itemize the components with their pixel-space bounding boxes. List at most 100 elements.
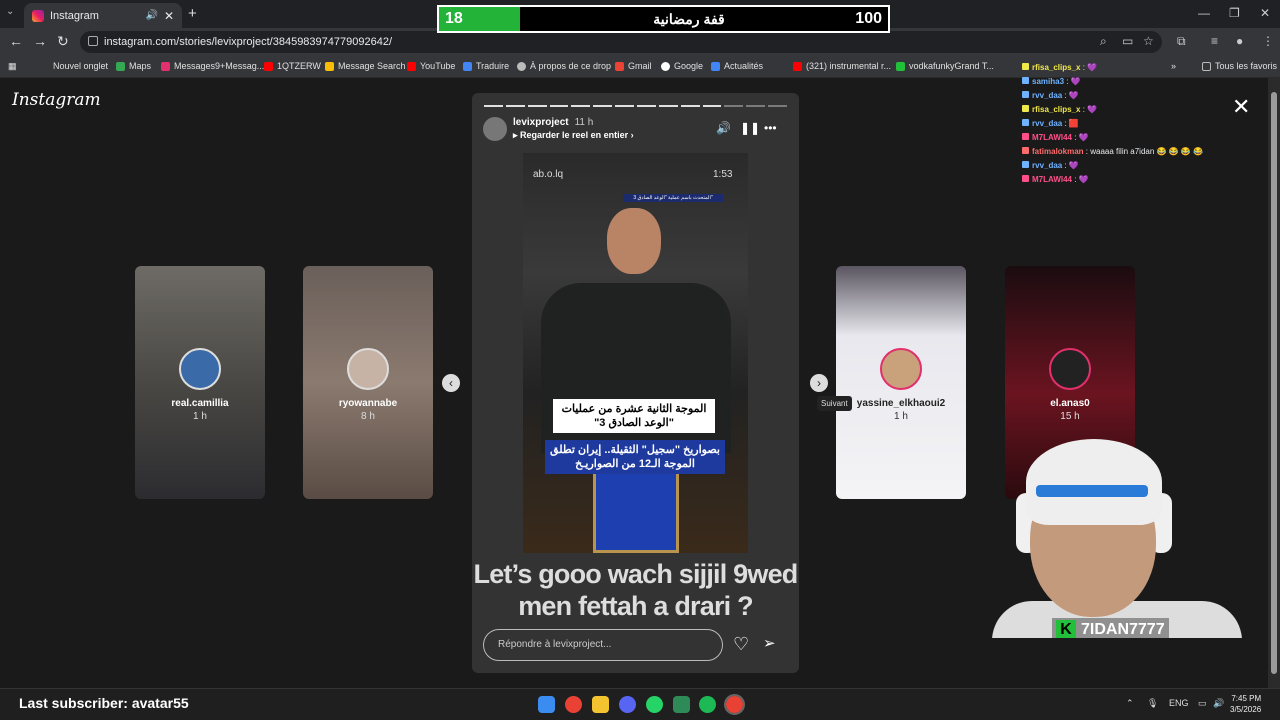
chat-text: 💜	[1070, 77, 1081, 86]
reading-list-icon[interactable]: ≡	[1211, 34, 1218, 48]
last-subscriber: Last subscriber: avatar55	[19, 695, 189, 711]
stream-chat: rfisa_clips_x : 💜 samiha3 : 💜 rvv_daa : 💜 r…	[1022, 61, 1262, 187]
chat-username[interactable]: M7LAWI44	[1032, 133, 1072, 142]
app-icon[interactable]	[673, 696, 690, 713]
side-story-card[interactable]: real.camillia 1 h	[135, 266, 265, 499]
bookmark-item[interactable]: (321) instrumental r...	[793, 61, 891, 71]
bookmark-item[interactable]: Actualités	[711, 61, 763, 71]
bookmark-item[interactable]: Nouvel onglet	[53, 61, 108, 71]
maximize-icon[interactable]: ❐	[1229, 6, 1240, 20]
tray-chevron-icon[interactable]: ⌃	[1126, 698, 1134, 709]
youtube-icon	[407, 61, 416, 71]
tab-search-icon[interactable]: ⌄	[6, 6, 14, 17]
close-tab-icon[interactable]: ✕	[164, 9, 174, 23]
chat-username[interactable]: fatimalokman	[1032, 147, 1084, 156]
site-info-icon[interactable]	[88, 36, 98, 46]
profile-avatar[interactable]: ●	[1236, 34, 1243, 48]
next-story-button[interactable]: ›	[810, 374, 828, 392]
chat-username[interactable]: samiha3	[1032, 77, 1064, 86]
chat-message: rfisa_clips_x : 💜	[1022, 103, 1262, 117]
instagram-favicon-icon	[32, 9, 44, 22]
next-tooltip: Suivant	[817, 396, 852, 411]
system-clock[interactable]: 7:45 PM 3/5/2026	[1230, 693, 1261, 715]
more-options-icon[interactable]: •••	[764, 121, 777, 135]
address-bar[interactable]: instagram.com/stories/levixproject/38459…	[80, 31, 1162, 53]
instagram-logo[interactable]: Instagram	[12, 90, 101, 110]
instagram-icon	[161, 61, 170, 71]
youtube-icon	[264, 61, 273, 71]
bookmark-item[interactable]: vodkafunkyGrand T...	[896, 61, 994, 71]
bookmark-item[interactable]: Maps	[116, 61, 151, 71]
tab-instagram[interactable]: Instagram 🔊 ✕	[24, 3, 182, 28]
reply-input[interactable]: Répondre à levixproject...	[483, 629, 723, 661]
bookmark-item[interactable]: Google	[661, 61, 703, 71]
cast-icon[interactable]: ▭	[1122, 34, 1133, 48]
send-icon[interactable]: ➢	[763, 634, 776, 652]
spotify-icon[interactable]	[699, 696, 716, 713]
zoom-icon[interactable]: ⌕	[1100, 34, 1107, 49]
network-icon[interactable]: ▭	[1198, 698, 1207, 709]
chat-text: 💜	[1078, 175, 1089, 184]
story-avatar[interactable]	[483, 117, 507, 141]
url-text: instagram.com/stories/levixproject/38459…	[104, 36, 393, 48]
whatsapp-icon[interactable]	[646, 696, 663, 713]
file-explorer-icon[interactable]	[592, 696, 609, 713]
reload-icon[interactable]: ↻	[57, 33, 69, 50]
story-username[interactable]: levixproject	[513, 117, 569, 128]
chat-username[interactable]: rfisa_clips_x	[1032, 63, 1080, 72]
chat-username[interactable]: rvv_daa	[1032, 119, 1062, 128]
discord-icon[interactable]	[619, 696, 636, 713]
overlay-line: Let’s gooo wach sijjil 9wed	[473, 559, 799, 589]
bookmark-item[interactable]: Messages9+Messag...	[161, 61, 264, 71]
chat-username[interactable]: rvv_daa	[1032, 161, 1062, 170]
speaker-icon[interactable]: 🔊	[145, 10, 157, 21]
chat-username[interactable]: rvv_daa	[1032, 91, 1062, 100]
chat-username[interactable]: M7LAWI44	[1032, 175, 1072, 184]
page-scrollbar[interactable]	[1268, 78, 1280, 688]
gmail-icon	[615, 61, 624, 71]
kick-name-tag: K 7IDAN7777	[1052, 618, 1169, 638]
minimize-icon[interactable]: —	[1198, 6, 1210, 20]
chrome-icon[interactable]	[565, 696, 582, 713]
scrollbar-thumb[interactable]	[1271, 92, 1277, 674]
speaker-figure	[607, 208, 661, 274]
forward-icon[interactable]: →	[33, 33, 47, 49]
back-icon[interactable]: ←	[9, 33, 23, 49]
mute-icon[interactable]: 🔊	[716, 121, 731, 135]
active-story[interactable]: levixproject 11 h ▸ Regarder le reel en e…	[472, 93, 799, 673]
side-story-card[interactable]: yassine_elkhaoui2 1 h	[836, 266, 966, 499]
pause-icon[interactable]: ❚❚	[740, 121, 760, 135]
chat-text: 💜	[1068, 91, 1079, 100]
close-window-icon[interactable]: ✕	[1260, 6, 1270, 20]
bookmark-item[interactable]: À propos de ce drop	[517, 61, 611, 71]
google-icon	[661, 61, 670, 71]
start-icon[interactable]	[538, 696, 555, 713]
goal-target: 100	[855, 10, 882, 27]
goal-scoreboard: 18 قفة رمضانية 100	[437, 5, 890, 33]
bookmark-item[interactable]: YouTube	[407, 61, 455, 71]
chat-message: rvv_daa : 💜	[1022, 89, 1262, 103]
like-heart-icon[interactable]: ♡	[733, 634, 749, 655]
mic-icon[interactable]: 🎙	[1147, 698, 1158, 709]
watch-reel-link[interactable]: ▸ Regarder le reel en entier ›	[513, 130, 634, 141]
new-tab-button[interactable]: +	[188, 5, 197, 22]
badge-icon	[1022, 161, 1029, 168]
extensions-icon[interactable]: ⧉	[1177, 34, 1186, 49]
bookmark-star-icon[interactable]: ☆	[1143, 34, 1154, 48]
story-time: 11 h	[574, 117, 594, 128]
bookmark-item[interactable]: 1QTZERW	[264, 61, 321, 71]
apps-grid-icon[interactable]: ▦	[8, 61, 17, 72]
volume-icon[interactable]: 🔊	[1213, 698, 1224, 709]
avatar	[880, 348, 922, 390]
bookmark-item[interactable]: Traduire	[463, 61, 509, 71]
previous-story-button[interactable]: ‹	[442, 374, 460, 392]
bookmark-item[interactable]: Message Search	[325, 61, 406, 71]
bookmark-item[interactable]: Gmail	[615, 61, 652, 71]
chrome-active-icon[interactable]	[724, 694, 745, 715]
streamer-cap	[1026, 439, 1162, 525]
chat-username[interactable]: rfisa_clips_x	[1032, 105, 1080, 114]
menu-icon[interactable]: ⋮	[1262, 34, 1274, 48]
language-indicator[interactable]: ENG	[1169, 698, 1189, 708]
side-story-card[interactable]: ryowannabe 8 h	[303, 266, 433, 499]
chat-text: 🟥	[1068, 119, 1079, 128]
